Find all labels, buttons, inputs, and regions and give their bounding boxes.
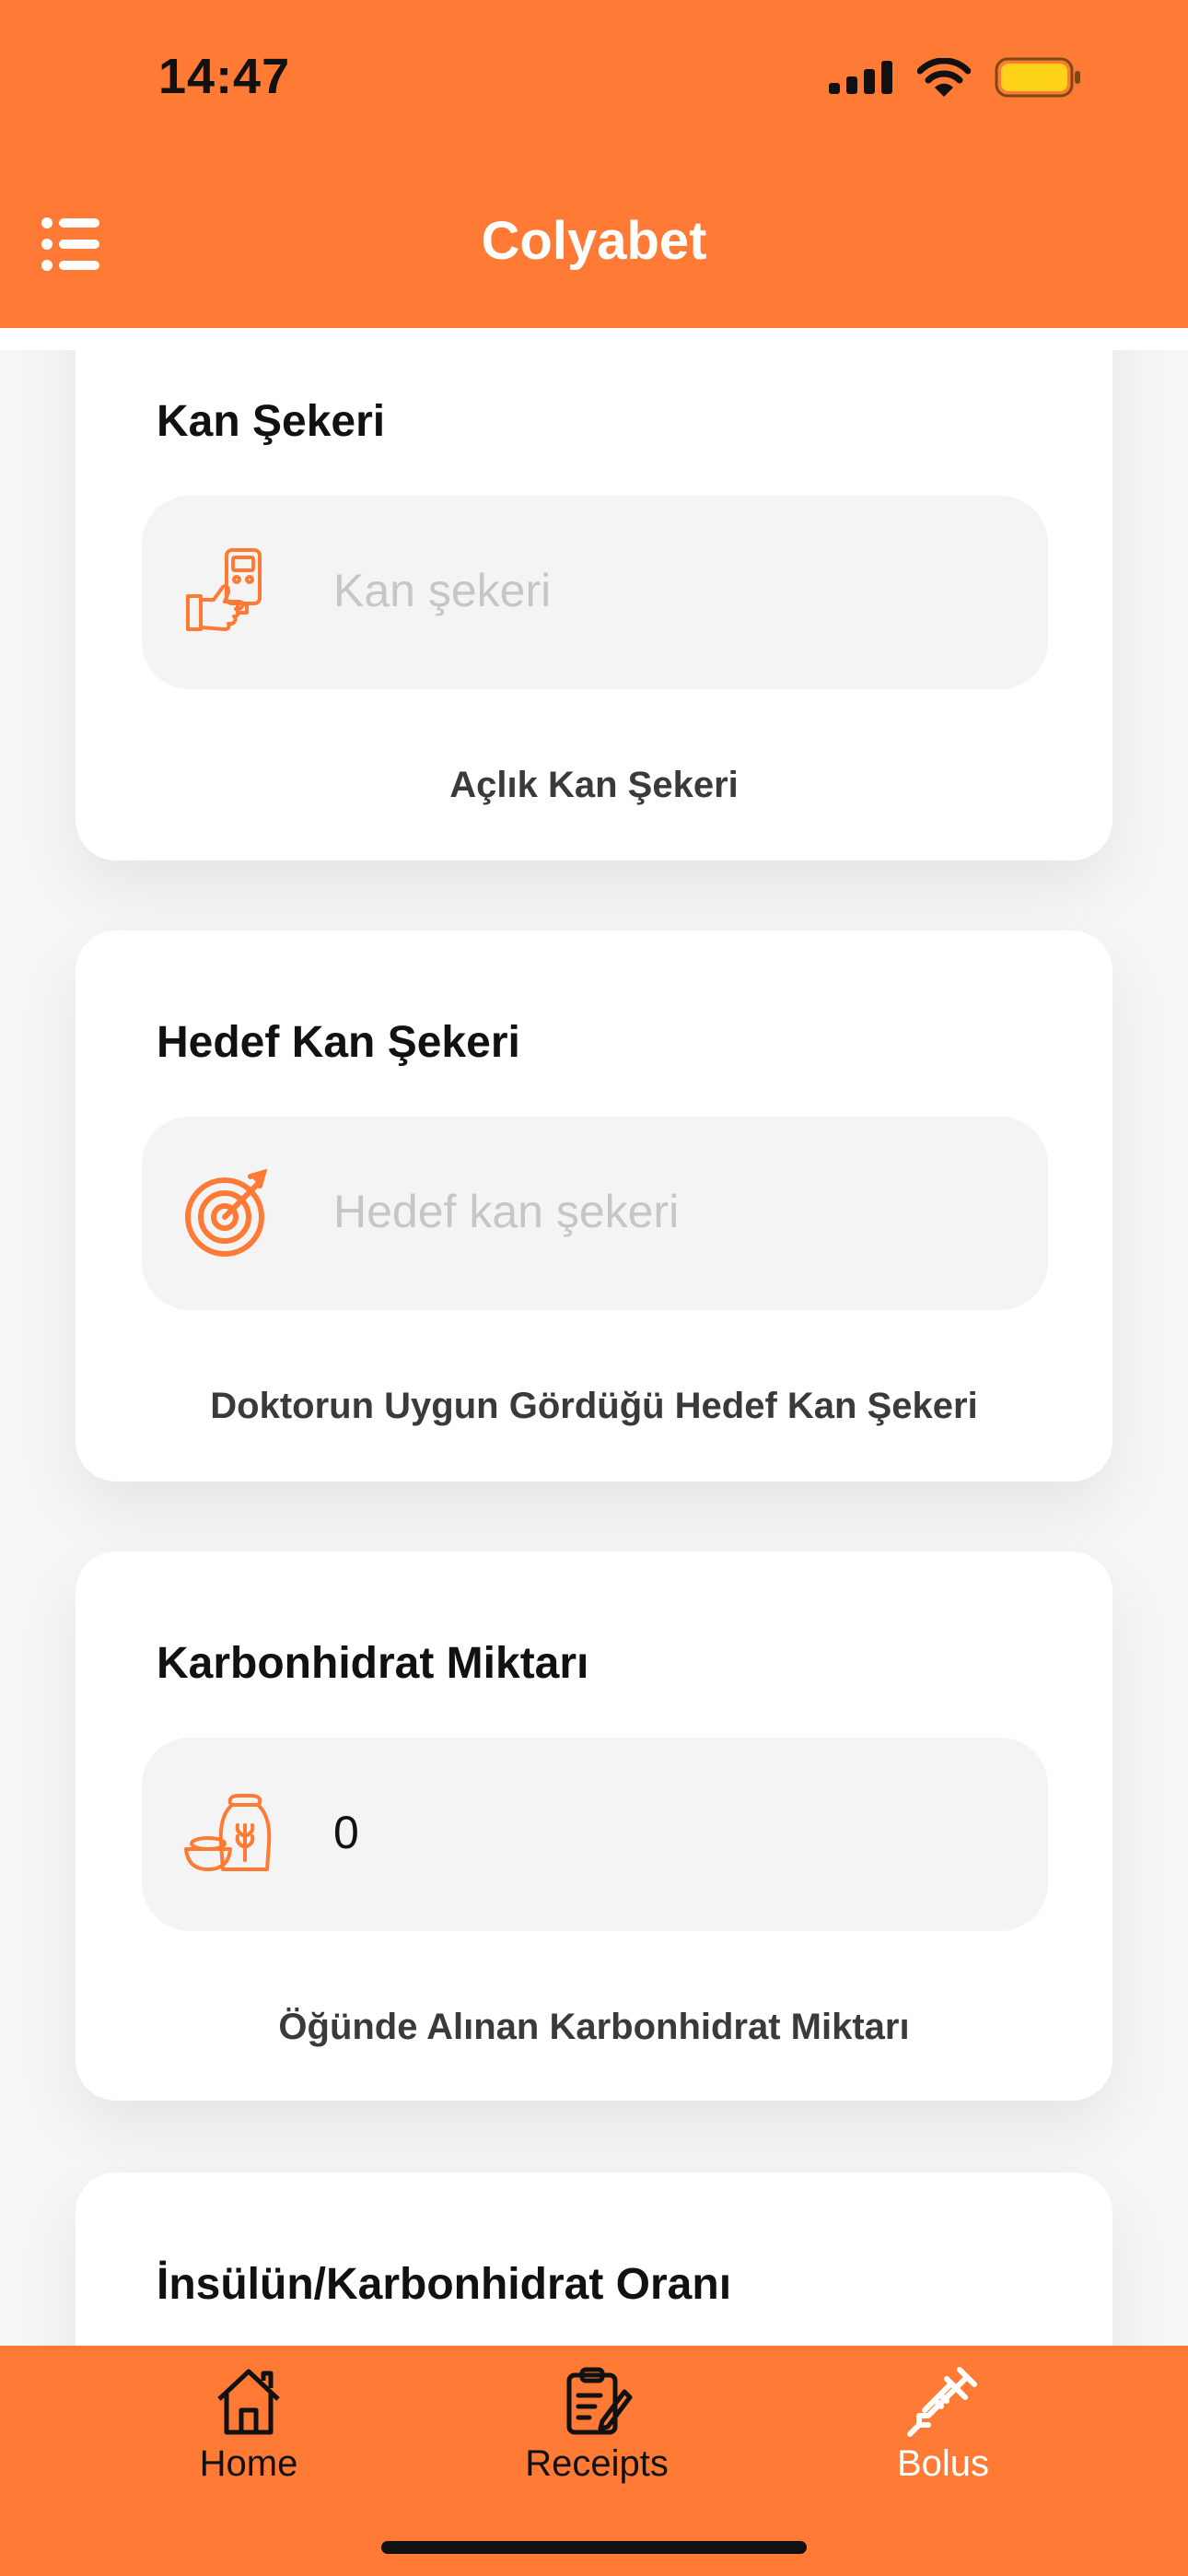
scroll-content[interactable]: Kan Şekeri Kan şekeri Açlık Kan Şekeri H… <box>0 350 1188 2346</box>
page-title: Colyabet <box>481 211 707 271</box>
target-blood-sugar-placeholder: Hedef kan şekeri <box>333 1186 680 1237</box>
blood-sugar-card: Kan Şekeri Kan şekeri Açlık Kan Şekeri <box>76 350 1112 861</box>
syringe-icon <box>907 2367 977 2437</box>
cellular-signal-icon <box>829 61 892 94</box>
receipt-icon <box>566 2367 633 2435</box>
glucose-meter-icon <box>186 548 262 631</box>
blood-sugar-placeholder: Kan şekeri <box>333 565 552 616</box>
tab-home[interactable]: Home <box>129 2364 368 2485</box>
target-blood-sugar-card: Hedef Kan Şekeri Hedef kan şekeri Doktor… <box>76 931 1112 1481</box>
carbohydrate-amount-card: Karbonhidrat Miktarı 0 Öğünde Alınan Kar… <box>76 1551 1112 2101</box>
card-title: Kan Şekeri <box>157 397 386 446</box>
card-title: Hedef Kan Şekeri <box>157 1018 520 1067</box>
tab-receipts[interactable]: Receipts <box>477 2364 716 2485</box>
app-header: 14:47 Colyabet <box>0 0 1188 328</box>
battery-icon <box>995 57 1080 98</box>
card-caption: Açlık Kan Şekeri <box>449 765 739 805</box>
card-title: İnsülün/Karbonhidrat Oranı <box>157 2260 732 2309</box>
carbohydrate-amount-input[interactable]: 0 <box>142 1738 1048 1931</box>
status-time: 14:47 <box>158 49 291 104</box>
target-icon <box>185 1168 268 1257</box>
blood-sugar-input[interactable]: Kan şekeri <box>142 496 1048 689</box>
card-caption: Öğünde Alınan Karbonhidrat Miktarı <box>278 2007 910 2047</box>
insulin-carb-ratio-card: İnsülün/Karbonhidrat Oranı <box>76 2172 1112 2346</box>
card-caption: Doktorun Uygun Gördüğü Hedef Kan Şekeri <box>210 1386 978 1426</box>
target-blood-sugar-input[interactable]: Hedef kan şekeri <box>142 1117 1048 1310</box>
grain-sack-icon <box>184 1794 272 1871</box>
wifi-icon <box>917 58 971 97</box>
status-icons <box>829 57 1081 98</box>
tab-label: Receipts <box>525 2443 669 2484</box>
header-divider <box>0 328 1188 350</box>
home-icon <box>217 2369 280 2435</box>
card-title: Karbonhidrat Miktarı <box>157 1639 589 1688</box>
home-indicator[interactable] <box>381 2541 807 2554</box>
tab-bolus[interactable]: Bolus <box>823 2364 1063 2485</box>
tab-label: Bolus <box>896 2443 990 2484</box>
tab-label: Home <box>199 2443 298 2484</box>
carbohydrate-amount-value: 0 <box>333 1807 359 1858</box>
